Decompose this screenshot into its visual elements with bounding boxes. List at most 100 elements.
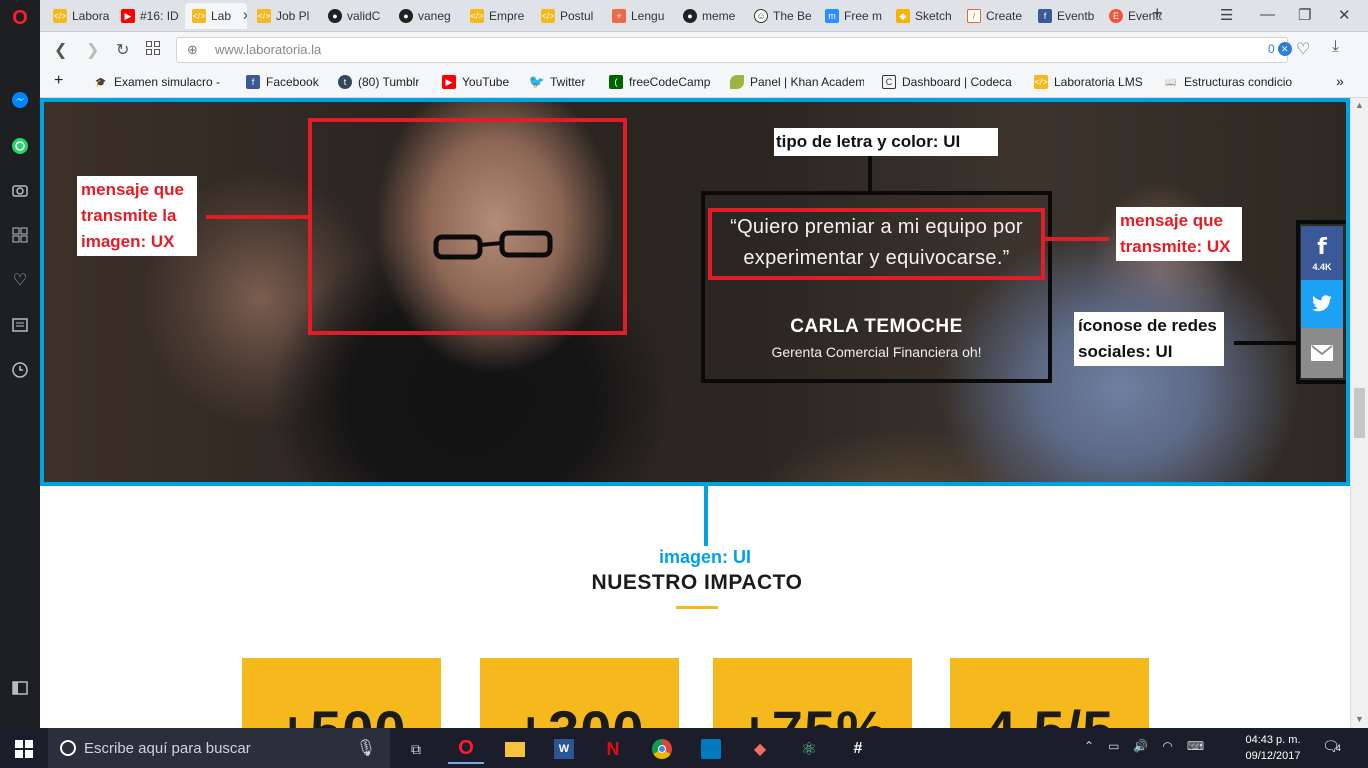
minimize-button[interactable]: — bbox=[1260, 6, 1275, 23]
bookmark-item[interactable]: f Facebook bbox=[246, 75, 319, 89]
tumblr-icon: t bbox=[338, 75, 352, 89]
laboratoria-icon: </> bbox=[53, 9, 67, 23]
bookmark-item[interactable]: t (80) Tumblr bbox=[338, 75, 419, 89]
tab[interactable]: ● vaneg bbox=[392, 3, 460, 29]
opera-sidebar: O ♡ bbox=[0, 0, 40, 728]
opera-app-icon[interactable]: O bbox=[448, 734, 484, 764]
maximize-button[interactable]: ❐ bbox=[1298, 6, 1311, 24]
opera-logo-icon[interactable]: O bbox=[8, 6, 32, 30]
wifi-icon[interactable]: ◠ bbox=[1162, 739, 1172, 753]
close-tab-icon[interactable]: ✕ bbox=[242, 9, 247, 23]
speed-dial-button[interactable] bbox=[146, 41, 160, 60]
volume-icon[interactable]: 🔊 bbox=[1133, 739, 1148, 753]
tab[interactable]: </> Labora bbox=[46, 3, 112, 29]
news-icon[interactable] bbox=[8, 313, 32, 337]
reload-button[interactable]: ↻ bbox=[116, 40, 129, 60]
tab[interactable]: + Lengu bbox=[605, 3, 673, 29]
tab[interactable]: ● validC bbox=[321, 3, 389, 29]
tab[interactable]: f Eventb bbox=[1031, 3, 1099, 29]
bookmark-item[interactable]: ▶ YouTube bbox=[442, 75, 509, 89]
page-scrollbar[interactable]: ▲ ▼ bbox=[1350, 98, 1368, 728]
github-icon: ● bbox=[328, 9, 342, 23]
tab-menu-icon[interactable]: ☰ bbox=[1220, 6, 1233, 24]
book-icon: 📖 bbox=[1165, 76, 1177, 87]
clock[interactable]: 04:43 p. m. 09/12/2017 bbox=[1238, 732, 1308, 764]
tab[interactable]: ● meme bbox=[676, 3, 744, 29]
taskbar-search[interactable]: Escribe aquí para buscar 🎙 bbox=[48, 728, 390, 768]
bookmark-item[interactable]: 🐦 Twitter bbox=[530, 75, 585, 89]
bookmark-item[interactable]: 📖 Estructuras condicio bbox=[1164, 75, 1300, 89]
tab[interactable]: </> Postul bbox=[534, 3, 602, 29]
bookmark-item[interactable]: (freeCodeCamp bbox=[609, 75, 710, 89]
download-icon[interactable]: ⤓ bbox=[1332, 38, 1339, 56]
netflix-icon[interactable]: N bbox=[595, 734, 631, 764]
slack-icon[interactable]: # bbox=[840, 734, 876, 764]
tab[interactable]: </> Empre bbox=[463, 3, 531, 29]
tab[interactable]: / Create bbox=[960, 3, 1028, 29]
github-icon: ● bbox=[683, 9, 697, 23]
atom-icon[interactable]: ⚛ bbox=[791, 734, 827, 764]
stat-card: 4.5/5 bbox=[950, 658, 1149, 728]
battery-icon[interactable]: ▭ bbox=[1108, 739, 1119, 753]
tab[interactable]: ◆ Sketch bbox=[889, 3, 957, 29]
messenger-icon[interactable] bbox=[8, 88, 32, 112]
title-underline bbox=[676, 606, 718, 609]
tray-chevron-icon[interactable]: ⌃ bbox=[1084, 739, 1094, 753]
stat-card: +500 bbox=[242, 658, 441, 728]
laboratoria-icon: </> bbox=[192, 9, 206, 23]
tab-strip: </>Labora ▶#16: ID </>Lab✕ </>Job Pl ●va… bbox=[40, 0, 1368, 32]
notifications-icon[interactable]: 🗨4 bbox=[1322, 738, 1341, 755]
tab[interactable]: ▶ #16: ID bbox=[114, 3, 182, 29]
bookmark-item[interactable]: Panel | Khan Academ bbox=[730, 75, 864, 89]
add-bookmark-button[interactable]: + bbox=[54, 72, 63, 90]
fcc-icon: ( bbox=[609, 75, 623, 89]
new-tab-button[interactable]: + bbox=[1152, 3, 1163, 24]
bookmark-heart-icon[interactable]: ♡ bbox=[1296, 39, 1310, 59]
history-icon[interactable] bbox=[8, 358, 32, 382]
adblock-icon: ✕ bbox=[1277, 42, 1292, 56]
web-page: mensaje que transmite la imagen: UX tipo… bbox=[40, 98, 1350, 728]
keyboard-icon[interactable]: ⌨ bbox=[1187, 739, 1204, 753]
bookmark-item[interactable]: C Dashboard | Codeca bbox=[882, 75, 1016, 89]
facebook-icon: f bbox=[1038, 9, 1052, 23]
whatsapp-icon[interactable] bbox=[8, 134, 32, 158]
windows-start-icon[interactable] bbox=[6, 734, 42, 764]
bookmark-item[interactable]: </> Laboratoria LMS bbox=[1034, 75, 1143, 89]
facebook-icon: f bbox=[246, 75, 260, 89]
speed-dial-icon[interactable] bbox=[8, 223, 32, 247]
more-bookmarks-icon[interactable]: » bbox=[1336, 73, 1344, 89]
hero-image-highlight-box bbox=[40, 98, 1350, 486]
chrome-icon[interactable] bbox=[644, 734, 680, 764]
trello-icon[interactable] bbox=[693, 734, 729, 764]
task-view-icon[interactable]: ⧉ bbox=[398, 734, 434, 764]
tab[interactable]: </> Job Pl bbox=[250, 3, 318, 29]
e-icon: E bbox=[1109, 9, 1123, 23]
scroll-down-icon[interactable]: ▼ bbox=[1355, 714, 1364, 724]
scroll-thumb[interactable] bbox=[1354, 388, 1365, 438]
microphone-icon[interactable]: 🎙 bbox=[356, 738, 376, 758]
heart-icon[interactable]: ♡ bbox=[8, 268, 32, 292]
laboratoria-icon: </> bbox=[470, 9, 484, 23]
tab[interactable]: m Free m bbox=[818, 3, 886, 29]
gitkraken-icon[interactable]: ◆ bbox=[742, 734, 778, 764]
file-explorer-icon[interactable] bbox=[497, 734, 533, 764]
sidebar-toggle-icon[interactable] bbox=[8, 676, 32, 700]
bookmark-item[interactable]: 🎓 Examen simulacro - bbox=[94, 75, 224, 89]
tab-active[interactable]: </>Lab✕ bbox=[185, 3, 247, 29]
word-icon[interactable]: W bbox=[546, 734, 582, 764]
globe-icon: ⊕ bbox=[187, 42, 198, 57]
tab[interactable]: ☺ The Be bbox=[747, 3, 815, 29]
close-window-button[interactable]: ✕ bbox=[1338, 6, 1351, 24]
m-icon: m bbox=[825, 9, 839, 23]
forward-button[interactable]: ❯ bbox=[86, 40, 99, 60]
url-input[interactable]: ⊕ www.laboratoria.la bbox=[176, 37, 1288, 63]
windows-taskbar: Escribe aquí para buscar 🎙 ⧉ O W N ◆ ⚛ #… bbox=[0, 728, 1368, 768]
smiley-icon: ☺ bbox=[754, 9, 768, 23]
khan-icon bbox=[730, 75, 744, 89]
adblock-indicator[interactable]: 0 ✕ bbox=[1268, 42, 1292, 56]
twitter-icon: 🐦 bbox=[530, 75, 546, 89]
plus-icon: + bbox=[612, 9, 626, 23]
scroll-up-icon[interactable]: ▲ bbox=[1355, 100, 1364, 110]
camera-icon[interactable] bbox=[8, 178, 32, 202]
back-button[interactable]: ❮ bbox=[54, 40, 67, 60]
